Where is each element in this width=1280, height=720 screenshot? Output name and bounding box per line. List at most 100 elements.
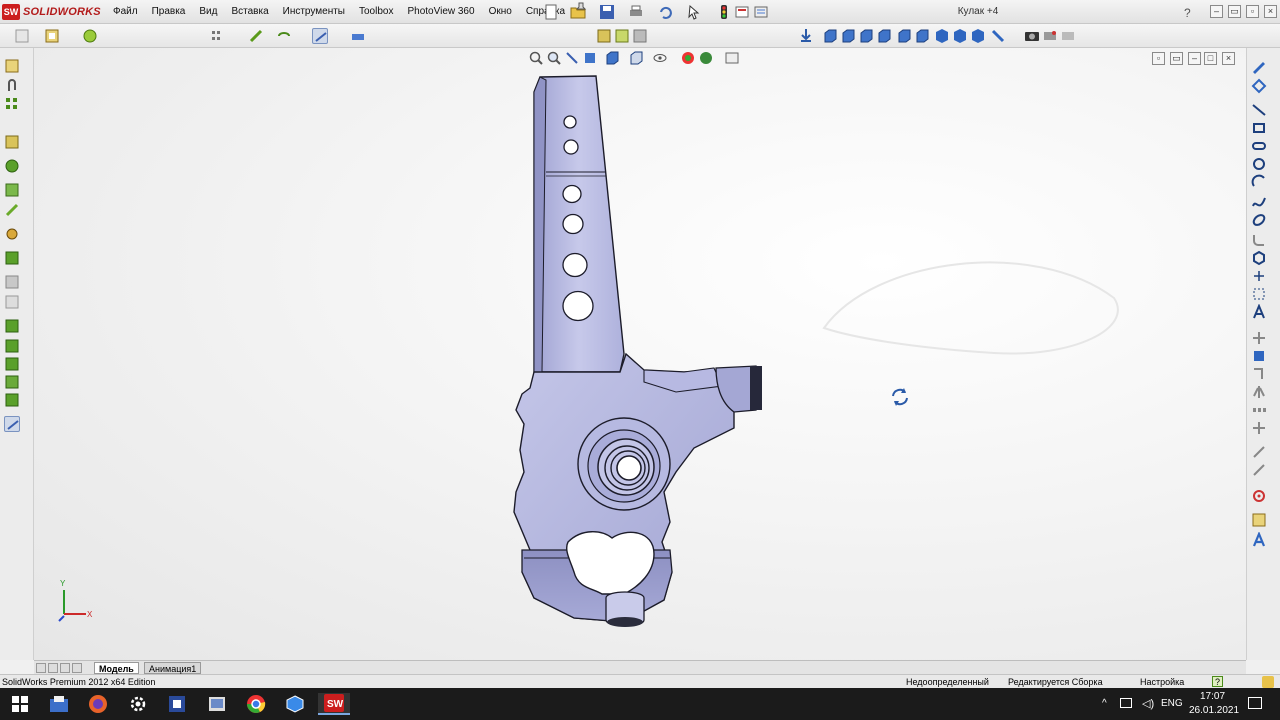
clearance-check-icon[interactable] bbox=[4, 356, 20, 372]
view-orientation-icon[interactable] bbox=[990, 28, 1006, 44]
smart-fasteners-icon[interactable] bbox=[248, 28, 264, 44]
construction-geometry-icon[interactable] bbox=[1251, 286, 1267, 302]
solidworks-taskbar-icon[interactable]: SW bbox=[318, 693, 350, 715]
spline-icon[interactable] bbox=[1251, 194, 1267, 210]
tab-model[interactable]: Модель bbox=[94, 662, 139, 674]
circle-icon[interactable] bbox=[1251, 156, 1267, 172]
display-style-icon[interactable] bbox=[628, 50, 644, 66]
view-front-icon[interactable] bbox=[822, 28, 838, 44]
viewport-close-button[interactable]: × bbox=[1222, 52, 1235, 65]
bill-of-materials-icon[interactable] bbox=[632, 28, 648, 44]
hide-show-items-icon[interactable] bbox=[652, 50, 668, 66]
smart-fasteners-side-icon[interactable] bbox=[4, 134, 20, 150]
menu-window[interactable]: Окно bbox=[482, 0, 519, 24]
screen-capture-icon[interactable] bbox=[1024, 28, 1040, 44]
arc-icon[interactable] bbox=[1251, 174, 1267, 190]
menu-photoview[interactable]: PhotoView 360 bbox=[400, 0, 481, 24]
view-right-icon[interactable] bbox=[876, 28, 892, 44]
menu-tools[interactable]: Инструменты bbox=[276, 0, 352, 24]
linear-pattern-icon[interactable] bbox=[4, 96, 20, 112]
show-components-icon[interactable] bbox=[4, 182, 20, 198]
notification-icon[interactable] bbox=[1262, 676, 1274, 688]
toggle-selection-icon[interactable] bbox=[4, 416, 20, 432]
app-taskbar-icon-2[interactable] bbox=[206, 693, 228, 715]
solidworks-logo[interactable]: SW SOLIDWORKS bbox=[2, 3, 102, 21]
app-taskbar-icon-3[interactable] bbox=[284, 693, 306, 715]
show-hidden-icon[interactable] bbox=[312, 28, 328, 44]
app-taskbar-icon-1[interactable] bbox=[166, 693, 188, 715]
ellipse-icon[interactable] bbox=[1251, 212, 1267, 228]
insert-components-icon[interactable] bbox=[4, 58, 20, 74]
slot-icon[interactable] bbox=[1251, 138, 1267, 154]
display-relations-icon[interactable] bbox=[1251, 444, 1267, 460]
view-top-icon[interactable] bbox=[896, 28, 912, 44]
show-hidden-icons-chevron[interactable]: ^ bbox=[1102, 698, 1107, 709]
new-motion-study-icon[interactable] bbox=[614, 28, 630, 44]
zoom-to-fit-icon[interactable] bbox=[528, 50, 544, 66]
record-video-icon[interactable] bbox=[1042, 28, 1058, 44]
status-help-button[interactable]: ? bbox=[1212, 676, 1223, 687]
graphics-area[interactable]: ▫ ▭ – □ × Y X bbox=[34, 48, 1246, 660]
previous-view-icon[interactable] bbox=[564, 50, 580, 66]
component-pattern-icon[interactable] bbox=[210, 28, 226, 44]
insert-component-icon[interactable] bbox=[44, 28, 60, 44]
sketch-text-icon[interactable] bbox=[1251, 303, 1267, 320]
rectangle-icon[interactable] bbox=[1251, 120, 1267, 136]
steering-knuckle-part[interactable] bbox=[494, 72, 784, 632]
language-indicator[interactable]: ENG bbox=[1161, 698, 1183, 709]
view-back-icon[interactable] bbox=[840, 28, 856, 44]
options-icon[interactable] bbox=[753, 4, 769, 20]
undo-icon[interactable] bbox=[657, 4, 673, 20]
repair-sketch-icon[interactable] bbox=[1251, 462, 1267, 478]
trim-entities-icon[interactable] bbox=[1251, 330, 1267, 346]
settings-menu[interactable]: Настройка bbox=[1140, 675, 1184, 689]
menu-file[interactable]: Файл bbox=[106, 0, 145, 24]
linear-sketch-pattern-icon[interactable] bbox=[1251, 402, 1267, 418]
view-orientation-hud-icon[interactable] bbox=[604, 50, 620, 66]
assembly-features-icon[interactable] bbox=[350, 28, 366, 44]
firefox-taskbar-icon[interactable] bbox=[87, 693, 109, 715]
mate-paperclip-icon[interactable] bbox=[4, 78, 20, 94]
new-motion-side-icon[interactable] bbox=[4, 250, 20, 266]
new-part-icon[interactable] bbox=[14, 28, 30, 44]
instant3d-icon[interactable] bbox=[4, 392, 20, 408]
annotation-text-icon[interactable] bbox=[1251, 531, 1267, 548]
view-isometric-icon[interactable] bbox=[934, 28, 950, 44]
menu-view[interactable]: Вид bbox=[192, 0, 224, 24]
app-restore-button[interactable]: ▭ bbox=[1228, 5, 1241, 18]
apply-scene-icon[interactable] bbox=[698, 50, 714, 66]
view-trimetric-icon[interactable] bbox=[952, 28, 968, 44]
chrome-taskbar-icon[interactable] bbox=[245, 693, 267, 715]
instant2d-icon[interactable] bbox=[1251, 512, 1267, 528]
rebuild-icon[interactable] bbox=[716, 4, 732, 20]
capture-options-icon[interactable] bbox=[1060, 28, 1076, 44]
viewport-minimize-button[interactable]: – bbox=[1188, 52, 1201, 65]
app-minimize-button[interactable]: – bbox=[1210, 5, 1223, 18]
file-properties-icon[interactable] bbox=[734, 4, 750, 20]
view-left-icon[interactable] bbox=[858, 28, 874, 44]
normal-to-icon[interactable] bbox=[798, 28, 814, 44]
tab-scroll-last-icon[interactable] bbox=[72, 663, 82, 673]
file-explorer-taskbar-icon[interactable] bbox=[48, 693, 70, 715]
fillet-icon[interactable] bbox=[1251, 232, 1267, 248]
smart-dimension-icon[interactable] bbox=[1251, 78, 1267, 94]
view-bottom-icon[interactable] bbox=[914, 28, 930, 44]
menu-toolbox[interactable]: Toolbox bbox=[352, 0, 400, 24]
view-dimetric-icon[interactable] bbox=[970, 28, 986, 44]
help-question-icon[interactable]: ? bbox=[1180, 4, 1196, 20]
app-close-button[interactable]: × bbox=[1264, 5, 1277, 18]
edit-appearance-icon[interactable] bbox=[680, 50, 696, 66]
bom-side-icon[interactable] bbox=[4, 274, 20, 290]
convert-entities-icon[interactable] bbox=[1251, 348, 1267, 364]
volume-icon[interactable]: ◁) bbox=[1142, 697, 1154, 710]
rapid-sketch-icon[interactable] bbox=[1251, 488, 1267, 504]
interference-check-icon[interactable] bbox=[4, 338, 20, 354]
mirror-entities-icon[interactable] bbox=[1251, 384, 1267, 400]
assembly-feature-side-icon[interactable] bbox=[4, 202, 20, 218]
viewport-tile-button[interactable]: ▭ bbox=[1170, 52, 1183, 65]
section-view-icon[interactable] bbox=[582, 50, 598, 66]
tab-scroll-next-icon[interactable] bbox=[60, 663, 70, 673]
clock-time[interactable]: 17:07 bbox=[1200, 691, 1225, 702]
mate-icon[interactable] bbox=[82, 28, 98, 44]
exploded-view-icon[interactable] bbox=[4, 294, 20, 310]
